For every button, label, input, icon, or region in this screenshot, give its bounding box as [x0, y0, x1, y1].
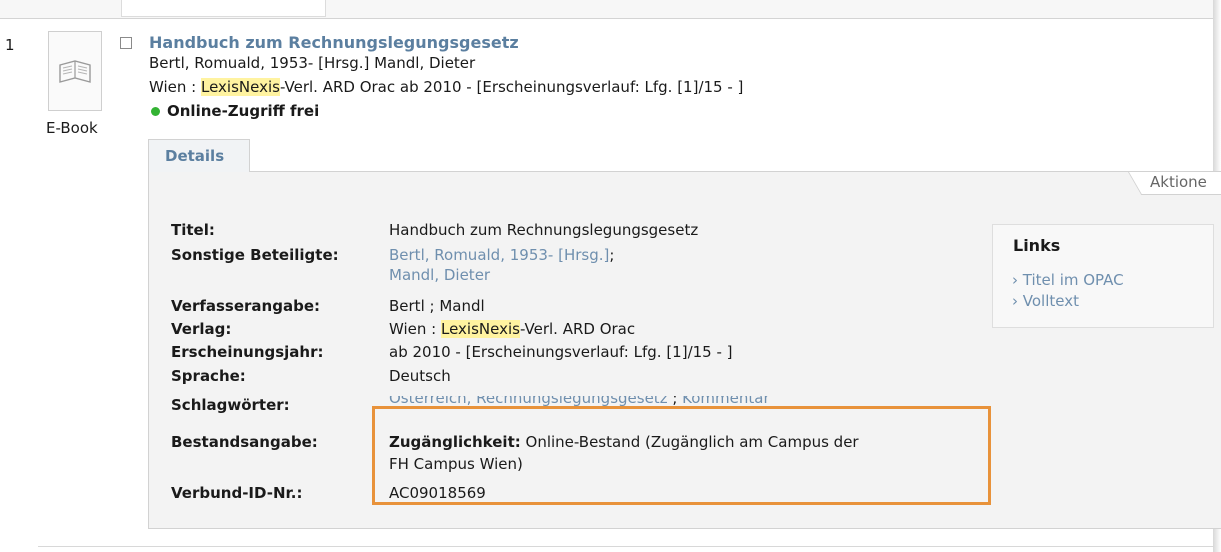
- divider: [0, 18, 1214, 19]
- publisher-highlight: LexisNexis: [441, 320, 520, 338]
- pub-suffix: -Verl. ARD Orac ab 2010 - [Erscheinungsv…: [279, 78, 744, 96]
- contributors-value: Bertl, Romuald, 1953- [Hrsg.];: [389, 246, 614, 264]
- tab-actions[interactable]: Aktione: [1150, 173, 1207, 191]
- ebook-cover-thumbnail[interactable]: [48, 31, 102, 111]
- contributors-label: Sonstige Beteiligte:: [171, 246, 339, 264]
- chevron-right-icon: ›: [1012, 292, 1018, 310]
- annotation-highlight-box: [372, 406, 991, 505]
- availability-status: Online-Zugriff frei: [151, 102, 319, 120]
- publisher-label: Verlag:: [171, 320, 232, 338]
- title-value: Handbuch zum Rechnungslegungsgesetz: [389, 221, 699, 239]
- tab-details[interactable]: Details: [148, 139, 250, 172]
- union-id-label: Verbund-ID-Nr.:: [171, 484, 303, 502]
- publisher-prefix: Wien :: [389, 320, 441, 338]
- link-fulltext[interactable]: › Volltext: [1012, 292, 1079, 310]
- select-record-checkbox[interactable]: [120, 37, 132, 49]
- previous-tab-stub: [121, 0, 326, 17]
- subjects-label: Schlagwörter:: [171, 396, 290, 414]
- author-statement-value: Bertl ; Mandl: [389, 297, 485, 315]
- publisher-suffix: -Verl. ARD Orac: [519, 320, 636, 338]
- record-authors: Bertl, Romuald, 1953- [Hrsg.] Mandl, Die…: [149, 54, 476, 72]
- media-type-label: E-Book: [46, 119, 98, 137]
- links-title: Links: [1013, 236, 1061, 255]
- link-label: Volltext: [1022, 292, 1079, 310]
- contributor-link-mandl[interactable]: Mandl, Dieter: [389, 266, 490, 284]
- link-label: Titel im OPAC: [1022, 271, 1124, 289]
- language-label: Sprache:: [171, 367, 246, 385]
- holdings-label: Bestandsangabe:: [171, 433, 318, 451]
- result-number: 1: [5, 36, 15, 54]
- pub-prefix: Wien :: [149, 78, 201, 96]
- contributors-value-2: Mandl, Dieter: [389, 266, 490, 284]
- year-value: ab 2010 - [Erscheinungsverlauf: Lfg. [1]…: [389, 343, 733, 361]
- language-value: Deutsch: [389, 367, 451, 385]
- link-title-in-opac[interactable]: › Titel im OPAC: [1012, 271, 1124, 289]
- chevron-right-icon: ›: [1012, 271, 1018, 289]
- contributor-separator: ;: [609, 246, 615, 264]
- status-dot-icon: [151, 106, 160, 116]
- title-label: Titel:: [171, 221, 215, 239]
- search-term-highlight: LexisNexis: [201, 78, 280, 96]
- availability-label: Online-Zugriff frei: [167, 102, 320, 120]
- divider: [38, 546, 1214, 547]
- author-statement-label: Verfasserangabe:: [171, 297, 321, 315]
- publisher-value: Wien : LexisNexis-Verl. ARD Orac: [389, 320, 635, 338]
- year-label: Erscheinungsjahr:: [171, 343, 324, 361]
- top-strip: [0, 0, 1221, 18]
- record-title-link[interactable]: Handbuch zum Rechnungslegungsgesetz: [149, 33, 519, 52]
- record-publication: Wien : LexisNexis-Verl. ARD Orac ab 2010…: [149, 78, 743, 96]
- book-icon: [59, 60, 91, 83]
- contributor-link-bertl[interactable]: Bertl, Romuald, 1953- [Hrsg.]: [389, 246, 609, 264]
